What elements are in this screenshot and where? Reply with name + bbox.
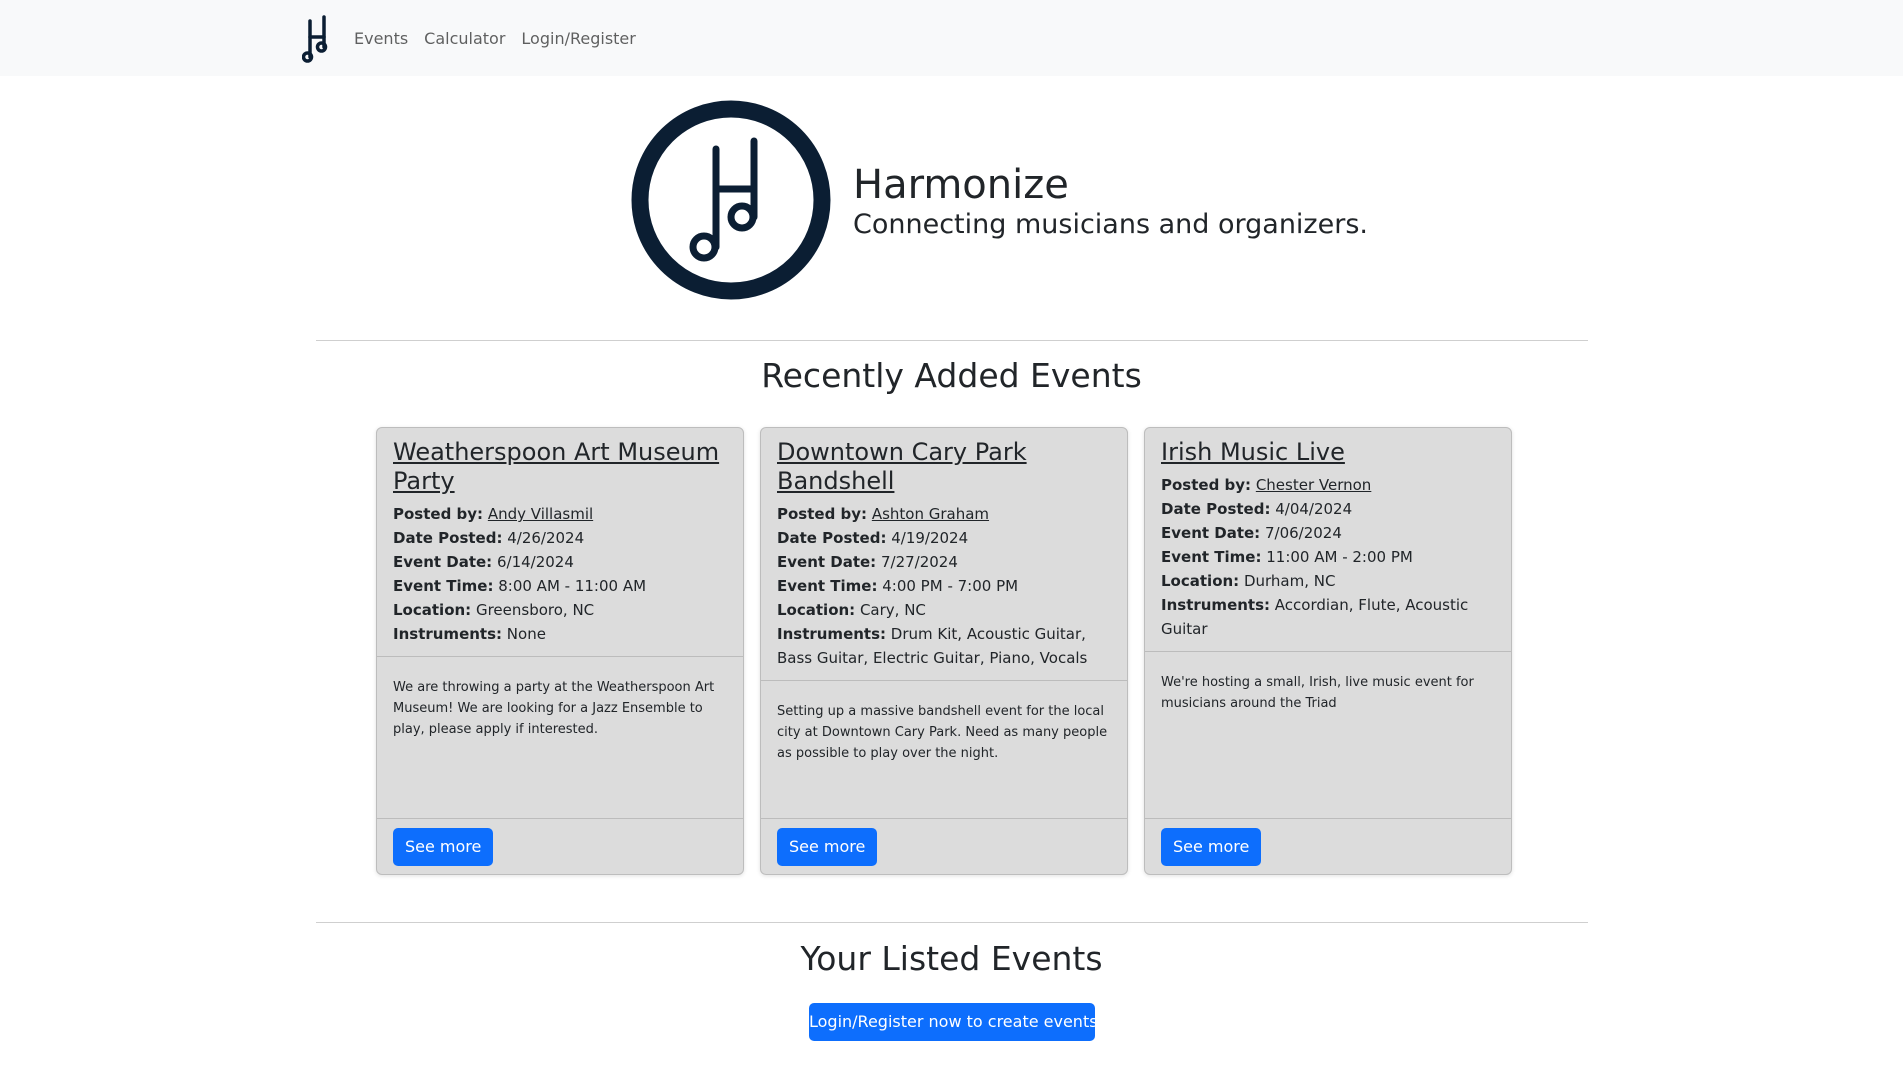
nav-link-events[interactable]: Events [354, 29, 408, 48]
event-card: Weatherspoon Art Museum Party Posted by:… [376, 427, 744, 875]
event-title-link[interactable]: Weatherspoon Art Museum Party [393, 438, 727, 496]
event-title-link[interactable]: Downtown Cary Park Bandshell [777, 438, 1111, 496]
divider [316, 340, 1588, 341]
card-footer: See more [761, 818, 1127, 874]
event-date-value: 7/27/2024 [880, 553, 958, 571]
event-time-value: 4:00 PM - 7:00 PM [882, 577, 1019, 595]
event-description: We're hosting a small, Irish, live music… [1161, 675, 1474, 711]
event-time-label: Event Time: [393, 577, 494, 595]
nav-link-calculator[interactable]: Calculator [424, 29, 505, 48]
instruments-label: Instruments: [393, 625, 503, 643]
hero-subtitle: Connecting musicians and organizers. [853, 209, 1368, 240]
date-posted-label: Date Posted: [393, 529, 503, 547]
nav-links: Events Calculator Login/Register [354, 0, 636, 76]
location-value: Greensboro, NC [475, 601, 595, 619]
event-card: Irish Music Live Posted by: Chester Vern… [1144, 427, 1512, 875]
instruments-label: Instruments: [777, 625, 887, 643]
card-header: Irish Music Live Posted by: Chester Vern… [1145, 428, 1511, 652]
login-register-cta-button[interactable]: Login/Register now to create events! [809, 1003, 1104, 1041]
posted-by-label: Posted by: [393, 505, 484, 523]
card-footer: See more [1145, 818, 1511, 874]
harmonize-note-logo-icon[interactable] [302, 13, 332, 65]
posted-by-label: Posted by: [1161, 476, 1252, 494]
location-value: Cary, NC [859, 601, 926, 619]
event-time-value: 11:00 AM - 2:00 PM [1266, 548, 1413, 566]
event-card: Downtown Cary Park Bandshell Posted by: … [760, 427, 1128, 875]
event-time-label: Event Time: [1161, 548, 1262, 566]
location-value: Durham, NC [1243, 572, 1336, 590]
event-time-label: Event Time: [777, 577, 878, 595]
date-posted-value: 4/04/2024 [1275, 500, 1353, 518]
event-date-value: 7/06/2024 [1264, 524, 1342, 542]
posted-by-label: Posted by: [777, 505, 868, 523]
instruments-value: None [506, 625, 546, 643]
event-description: We are throwing a party at the Weathersp… [393, 680, 715, 737]
card-header: Downtown Cary Park Bandshell Posted by: … [761, 428, 1127, 681]
event-date-value: 6/14/2024 [496, 553, 574, 571]
date-posted-value: 4/19/2024 [891, 529, 969, 547]
listed-events-heading: Your Listed Events [800, 939, 1103, 978]
poster-link[interactable]: Ashton Graham [872, 505, 989, 523]
event-date-label: Event Date: [1161, 524, 1261, 542]
location-label: Location: [393, 601, 472, 619]
event-date-label: Event Date: [777, 553, 877, 571]
instruments-label: Instruments: [1161, 596, 1271, 614]
date-posted-value: 4/26/2024 [507, 529, 585, 547]
date-posted-label: Date Posted: [777, 529, 887, 547]
see-more-button[interactable]: See more [1161, 828, 1262, 866]
location-label: Location: [1161, 572, 1240, 590]
location-label: Location: [777, 601, 856, 619]
divider [316, 922, 1588, 923]
date-posted-label: Date Posted: [1161, 500, 1271, 518]
event-time-value: 8:00 AM - 11:00 AM [498, 577, 647, 595]
event-date-label: Event Date: [393, 553, 493, 571]
see-more-button[interactable]: See more [777, 828, 878, 866]
card-header: Weatherspoon Art Museum Party Posted by:… [377, 428, 743, 657]
poster-link[interactable]: Andy Villasmil [488, 505, 593, 523]
card-footer: See more [377, 818, 743, 874]
event-title-link[interactable]: Irish Music Live [1161, 438, 1495, 467]
nav-link-login-register[interactable]: Login/Register [521, 29, 635, 48]
hero-title: Harmonize [853, 162, 1069, 208]
see-more-button[interactable]: See more [393, 828, 494, 866]
poster-link[interactable]: Chester Vernon [1256, 476, 1372, 494]
navbar: Events Calculator Login/Register [0, 0, 1903, 76]
recent-events-heading: Recently Added Events [761, 356, 1142, 395]
harmonize-circle-logo-icon [631, 100, 831, 300]
event-description: Setting up a massive bandshell event for… [777, 704, 1108, 761]
